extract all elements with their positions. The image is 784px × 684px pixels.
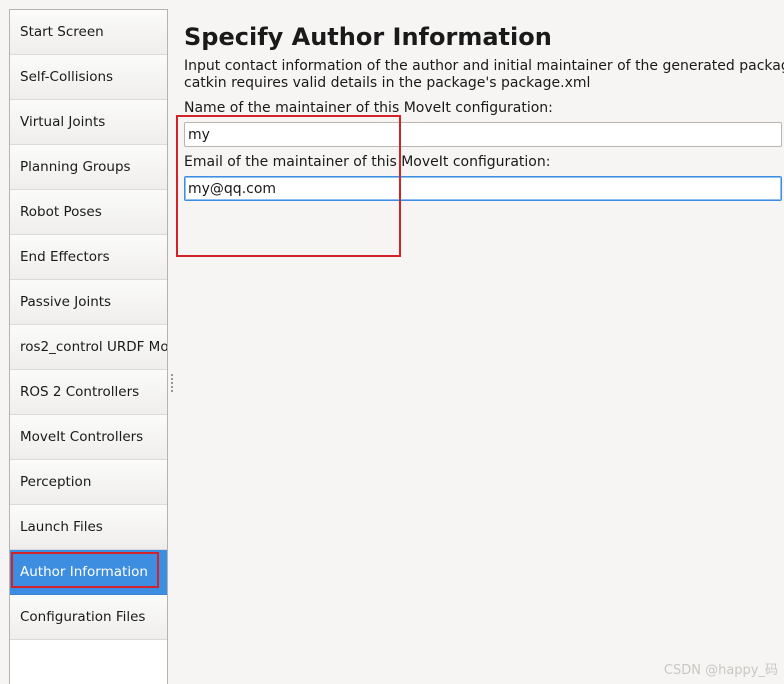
- page-description: Input contact information of the author …: [184, 58, 784, 92]
- sidebar-item-label: ROS 2 Controllers: [20, 384, 140, 400]
- sidebar-item-label: MoveIt Controllers: [20, 429, 144, 445]
- maintainer-name-label: Name of the maintainer of this MoveIt co…: [184, 100, 553, 116]
- sidebar-item-ros2-control-urdf[interactable]: ros2_control URDF Modifications: [10, 325, 167, 370]
- sidebar-item-moveit-controllers[interactable]: MoveIt Controllers: [10, 415, 167, 460]
- sidebar-item-label: End Effectors: [20, 249, 110, 265]
- sidebar-nav: Start Screen Self-Collisions Virtual Joi…: [9, 9, 168, 684]
- sidebar-item-perception[interactable]: Perception: [10, 460, 167, 505]
- setup-assistant-window: Start Screen Self-Collisions Virtual Joi…: [0, 0, 784, 684]
- sidebar-item-label: Planning Groups: [20, 159, 131, 175]
- sidebar-item-label: Author Information: [20, 564, 148, 580]
- sidebar-item-passive-joints[interactable]: Passive Joints: [10, 280, 167, 325]
- watermark-text: CSDN @happy_码: [663, 663, 778, 678]
- sidebar-item-label: Perception: [20, 474, 92, 490]
- sidebar-item-virtual-joints[interactable]: Virtual Joints: [10, 100, 167, 145]
- sidebar-item-label: Virtual Joints: [20, 114, 106, 130]
- sidebar-item-robot-poses[interactable]: Robot Poses: [10, 190, 167, 235]
- maintainer-email-label: Email of the maintainer of this MoveIt c…: [184, 154, 551, 170]
- sidebar-item-label: Start Screen: [20, 24, 104, 40]
- sidebar-item-label: Launch Files: [20, 519, 103, 535]
- sidebar-item-planning-groups[interactable]: Planning Groups: [10, 145, 167, 190]
- page-title: Specify Author Information: [184, 23, 552, 51]
- sidebar-item-label: Self-Collisions: [20, 69, 114, 85]
- sidebar-item-author-information[interactable]: Author Information: [10, 550, 167, 595]
- sidebar-item-label: Robot Poses: [20, 204, 102, 220]
- sidebar-item-end-effectors[interactable]: End Effectors: [10, 235, 167, 280]
- maintainer-email-input[interactable]: [184, 176, 782, 201]
- sidebar-item-label: ros2_control URDF Modifications: [20, 339, 168, 355]
- sidebar-item-ros2-controllers[interactable]: ROS 2 Controllers: [10, 370, 167, 415]
- sidebar-item-label: Passive Joints: [20, 294, 112, 310]
- maintainer-name-input[interactable]: [184, 122, 782, 147]
- description-line-1: Input contact information of the author …: [184, 58, 784, 74]
- sidebar-item-self-collisions[interactable]: Self-Collisions: [10, 55, 167, 100]
- author-information-panel: Specify Author Information Input contact…: [184, 20, 784, 201]
- sidebar-item-start-screen[interactable]: Start Screen: [10, 10, 167, 55]
- sidebar-item-configuration-files[interactable]: Configuration Files: [10, 595, 167, 640]
- splitter-handle[interactable]: [171, 374, 173, 392]
- description-line-2: catkin requires valid details in the pac…: [184, 75, 591, 91]
- sidebar-item-launch-files[interactable]: Launch Files: [10, 505, 167, 550]
- sidebar-item-label: Configuration Files: [20, 609, 146, 625]
